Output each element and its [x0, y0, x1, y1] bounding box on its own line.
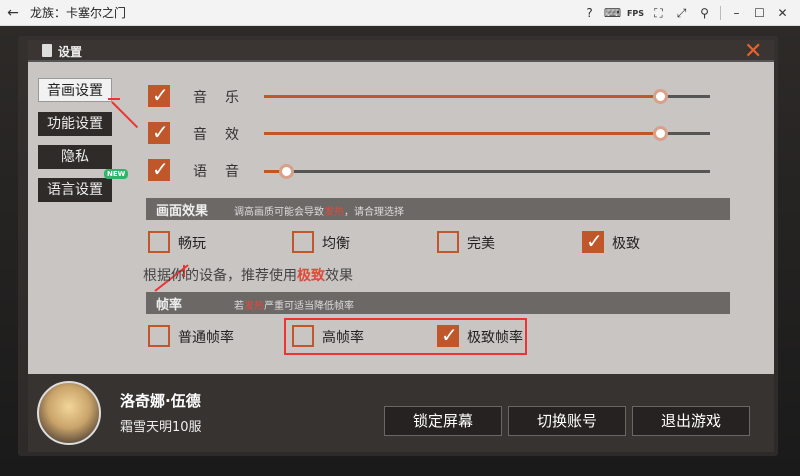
music-slider-fill [264, 95, 660, 98]
graphics-section-header: 画面效果 调高画质可能会导致发热，请合理选择 [146, 198, 730, 220]
back-arrow-icon[interactable]: ← [0, 5, 26, 21]
framerate-title: 帧率 [156, 298, 183, 313]
annotation-highlight-box [284, 318, 527, 355]
nav-language[interactable]: 语言设置 [38, 178, 112, 202]
window-toolbar: ? ⌨ FPS ⛶ ⤢ ⚲ – ☐ ✕ [578, 0, 794, 26]
window-titlebar: ← 龙族：卡塞尔之门 ? ⌨ FPS ⛶ ⤢ ⚲ – ☐ ✕ [0, 0, 800, 26]
fps-toggle[interactable]: FPS [624, 0, 647, 26]
music-label: 音乐 [193, 90, 257, 106]
settings-close-icon[interactable]: ✕ [744, 41, 762, 63]
sfx-slider-knob[interactable] [653, 126, 668, 141]
music-slider-knob[interactable] [653, 89, 668, 104]
nav-audio-video[interactable]: 音画设置 [38, 78, 112, 102]
nav-privacy[interactable]: 隐私 [38, 145, 112, 169]
sfx-slider[interactable] [264, 126, 710, 141]
toolbar-divider [720, 6, 721, 20]
sfx-label: 音效 [193, 127, 257, 143]
fullscreen-icon[interactable]: ⤢ [670, 0, 693, 26]
graphics-option-perfect[interactable] [437, 231, 459, 253]
maximize-icon[interactable]: ☐ [748, 0, 771, 26]
graphics-option-label: 均衡 [322, 236, 350, 252]
new-badge: NEW [104, 169, 129, 179]
sfx-checkbox[interactable] [148, 120, 170, 144]
graphics-note: 调高画质可能会导致发热，请合理选择 [234, 207, 404, 218]
document-icon [42, 44, 52, 57]
nav-function[interactable]: 功能设置 [38, 112, 112, 136]
graphics-option-balanced[interactable] [292, 231, 314, 253]
music-slider[interactable] [264, 89, 710, 104]
graphics-title: 画面效果 [156, 204, 209, 219]
voice-slider[interactable] [264, 164, 710, 179]
help-icon[interactable]: ? [578, 0, 601, 26]
lock-screen-button[interactable]: 锁定屏幕 [384, 406, 502, 436]
window-close-icon[interactable]: ✕ [771, 0, 794, 26]
graphics-option-label: 畅玩 [178, 236, 206, 252]
exit-game-button[interactable]: 退出游戏 [632, 406, 750, 436]
sfx-slider-fill [264, 132, 660, 135]
server-name: 霜雪天明10服 [120, 420, 202, 435]
settings-title: 设置 [58, 45, 83, 59]
graphics-option-smooth[interactable] [148, 231, 170, 253]
graphics-option-label: 完美 [467, 236, 495, 252]
player-name: 洛奇娜·伍德 [120, 392, 201, 410]
settings-header: 设置 [28, 40, 774, 62]
music-checkbox[interactable] [148, 83, 170, 107]
pin-icon[interactable]: ⚲ [693, 0, 716, 26]
keyboard-icon[interactable]: ⌨ [601, 0, 624, 26]
voice-slider-knob[interactable] [279, 164, 294, 179]
voice-label: 语音 [193, 164, 257, 180]
switch-account-button[interactable]: 切换账号 [508, 406, 626, 436]
framerate-section-header: 帧率 若发热严重可适当降低帧率 [146, 292, 730, 314]
framerate-option-label: 普通帧率 [178, 330, 234, 346]
framerate-option-normal[interactable] [148, 325, 170, 347]
avatar[interactable] [37, 381, 101, 445]
framerate-note: 若发热严重可适当降低帧率 [234, 301, 354, 312]
recommend-text: 根据你的设备，推荐使用极致效果 [143, 268, 353, 284]
minimize-icon[interactable]: – [725, 0, 748, 26]
annotation-arrowhead [108, 98, 120, 100]
voice-checkbox[interactable] [148, 157, 170, 181]
graphics-option-label: 极致 [612, 236, 640, 252]
screenshot-icon[interactable]: ⛶ [647, 0, 670, 26]
window-title: 龙族：卡塞尔之门 [30, 6, 127, 20]
graphics-option-ultimate[interactable] [582, 229, 604, 253]
